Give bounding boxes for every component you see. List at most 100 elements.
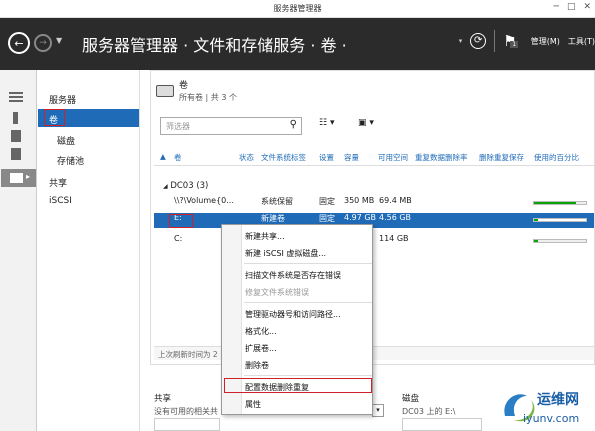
notification-flag-icon[interactable]: ⚑1 [503, 32, 519, 50]
volume-name: C: [174, 234, 183, 243]
column-dedup-savings[interactable]: 删除重复保存 [479, 152, 524, 163]
menu-item-drive-letter[interactable]: 管理驱动器号和访问路径... [245, 309, 341, 320]
volume-provisioning: 固定 [319, 214, 335, 223]
filter-input[interactable]: 筛选器 [166, 121, 190, 132]
notification-count: 1 [510, 41, 519, 48]
volume-capacity: 350 MB [344, 196, 375, 205]
row-e-highlight-box [169, 214, 193, 228]
menu-item-extend[interactable]: 扩展卷... [245, 343, 277, 354]
arrow-left-icon: ← [14, 36, 24, 50]
last-refresh-text: 上次刷新时间为 2 [158, 350, 218, 359]
history-dropdown[interactable]: ▼ [56, 36, 62, 45]
column-dedup-rate[interactable]: 重复数据删除率 [415, 152, 468, 163]
volumes-title: 卷 [179, 81, 189, 91]
shares-title: 共享 [154, 394, 172, 404]
nav-item-iscsi[interactable]: iSCSI [49, 196, 72, 206]
manage-menu[interactable]: 管理(M) [531, 36, 560, 47]
header-actions: ▾ ⟳ ⚑1 管理(M) 工具(T) [459, 30, 595, 52]
watermark-url: iyunv.com [523, 412, 580, 425]
expand-arrow-icon: ▸ [26, 172, 31, 181]
volume-free: 114 GB [379, 234, 409, 243]
nav-item-shares[interactable]: 共享 [49, 176, 67, 189]
list-options-icon: ☷ [319, 118, 328, 128]
usage-bar [533, 239, 587, 243]
usage-bar-fill [534, 240, 538, 242]
volume-label: 新建卷 [261, 214, 285, 223]
column-percent-used[interactable]: 使用的百分比 [534, 152, 579, 163]
menu-item-new-iscsi-disk[interactable]: 新建 iSCSI 虚拟磁盘... [245, 248, 326, 259]
all-servers-icon[interactable] [11, 130, 21, 142]
panel-footer [154, 346, 594, 360]
navigation-panel: 服务器 卷 磁盘 存储池 共享 iSCSI [37, 70, 140, 431]
menu-separator [244, 302, 372, 303]
column-status[interactable]: 状态 [239, 152, 254, 163]
volume-name: \\?\Volume{0... [174, 196, 234, 205]
dedup-highlight-box [224, 378, 372, 393]
list-options-button[interactable]: ☷ ▾ [319, 118, 334, 128]
column-provisioning[interactable]: 设置 [319, 152, 334, 163]
nav-item-disks[interactable]: 磁盘 [57, 134, 75, 147]
local-server-icon[interactable] [13, 112, 18, 124]
server-group-label: DC03 (3) [170, 181, 209, 191]
table-row[interactable]: C: 114 GB [154, 234, 594, 249]
filter-search-box[interactable]: 筛选器 ⚲ [160, 117, 302, 135]
tasks-dropdown-button[interactable]: ▾ [372, 404, 384, 417]
sort-ascending-icon: ▲ [160, 152, 166, 161]
watermark-logo: 运维网 iyunv.com [497, 386, 593, 430]
menu-item-new-share[interactable]: 新建共享... [245, 231, 285, 242]
tools-menu[interactable]: 工具(T) [568, 36, 595, 47]
left-icon-rail: ▸ [0, 70, 37, 431]
app-header: ← → ▼ 服务器管理器 · 文件和存储服务 · 卷 · ▾ ⟳ ⚑1 管理(M… [0, 18, 595, 70]
volume-label: 系统保留 [261, 197, 293, 206]
refresh-dropdown-icon[interactable]: ▾ [459, 37, 463, 45]
disk-list[interactable] [402, 418, 482, 431]
nav-item-storage-pools[interactable]: 存储池 [57, 154, 84, 167]
file-services-icon[interactable] [11, 148, 21, 160]
refresh-icon[interactable]: ⟳ [470, 33, 487, 49]
watermark-cn: 运维网 [537, 392, 579, 408]
disk-title: 磁盘 [402, 394, 420, 404]
server-group[interactable]: ◢ DC03 (3) [163, 181, 208, 191]
menu-separator [244, 263, 372, 264]
dashboard-icon[interactable] [9, 92, 23, 102]
save-query-button[interactable]: ▣ ▾ [358, 118, 374, 128]
arrow-right-icon: → [39, 38, 47, 48]
storage-services-rail-item[interactable]: ▸ [1, 169, 36, 187]
menu-item-format[interactable]: 格式化... [245, 326, 277, 337]
volumes-highlight-box [44, 109, 65, 126]
window-controls: ─ □ ✕ [554, 2, 591, 12]
search-icon[interactable]: ⚲ [290, 119, 297, 130]
column-header-row [154, 146, 594, 166]
volume-provisioning: 固定 [319, 197, 335, 206]
breadcrumb[interactable]: 服务器管理器 · 文件和存储服务 · 卷 · [82, 32, 347, 56]
volume-drive-icon [156, 85, 174, 97]
menu-item-properties[interactable]: 属性 [245, 399, 261, 410]
shares-text: 没有可用的相关共 [154, 407, 218, 416]
volumes-subtitle: 所有卷 | 共 3 个 [179, 93, 237, 102]
column-free-space[interactable]: 可用空间 [378, 152, 408, 163]
volume-free: 4.56 GB [379, 213, 412, 222]
column-fs-label[interactable]: 文件系统标签 [261, 152, 306, 163]
volume-free: 69.4 MB [379, 196, 412, 205]
usage-bar-fill [534, 219, 539, 221]
shares-list[interactable] [154, 418, 220, 431]
collapse-arrow-icon: ◢ [163, 183, 168, 190]
column-volume[interactable]: 卷 [174, 152, 182, 163]
menu-item-delete[interactable]: 删除卷 [245, 360, 269, 371]
window-title: 服务器管理器 [273, 4, 322, 13]
save-icon: ▣ [358, 118, 367, 128]
table-row[interactable]: \\?\Volume{0... 系统保留 固定 350 MB 69.4 MB [154, 196, 594, 211]
back-button[interactable]: ← [8, 32, 30, 54]
menu-item-scan-fs[interactable]: 扫描文件系统是否存在错误 [245, 270, 341, 281]
table-row-selected[interactable]: E: 新建卷 固定 4.97 GB 4.56 GB [154, 213, 594, 228]
close-icon[interactable]: ✕ [583, 2, 591, 12]
forward-button[interactable]: → [34, 34, 52, 52]
disk-text: DC03 上的 E:\ [402, 407, 456, 416]
storage-icon [10, 173, 23, 183]
usage-bar-fill [534, 202, 576, 204]
nav-item-servers[interactable]: 服务器 [49, 93, 76, 106]
minimize-icon[interactable]: ─ [554, 2, 559, 12]
column-capacity[interactable]: 容量 [344, 152, 359, 163]
usage-bar [533, 201, 587, 205]
maximize-icon[interactable]: □ [567, 2, 576, 12]
